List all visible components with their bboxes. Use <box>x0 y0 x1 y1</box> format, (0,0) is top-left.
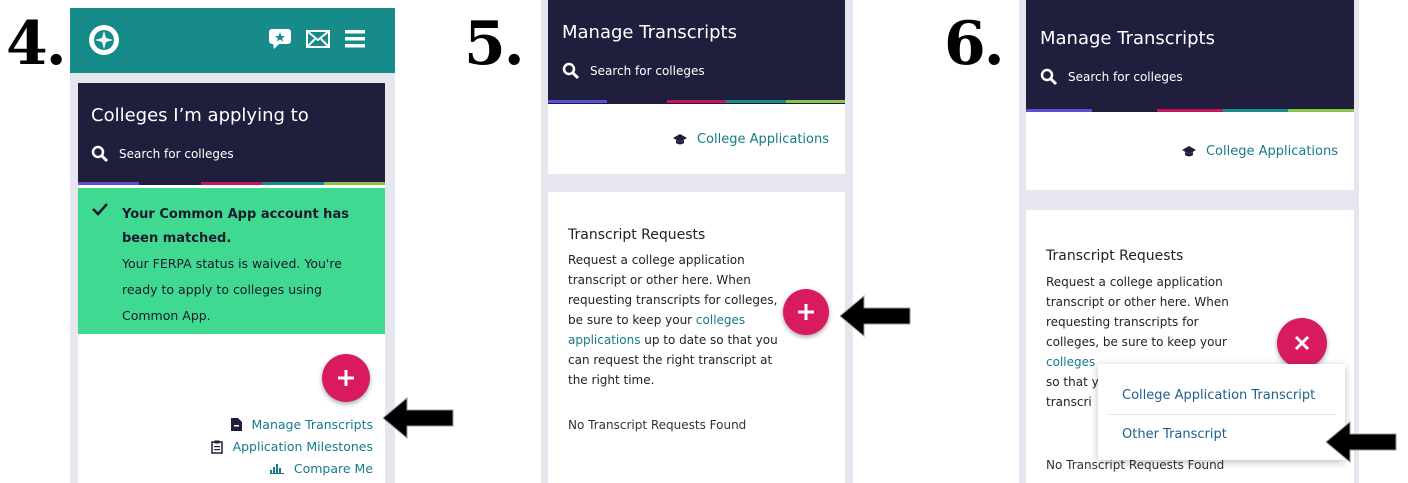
transcript-requests-card: Transcript Requests Request a college ap… <box>548 192 845 483</box>
college-applications-card: College Applications <box>548 104 845 174</box>
search-icon <box>91 145 109 163</box>
menu-item-college-application-transcript[interactable]: College Application Transcript <box>1122 388 1315 403</box>
req-text-line: Request a college application <box>1046 275 1223 289</box>
compare-me-label: Compare Me <box>293 461 373 476</box>
college-search[interactable]: Search for colleges <box>1040 68 1183 86</box>
req-text-part: Request a college application transcript… <box>568 253 778 327</box>
req-text-line: transcript or other here. When <box>1046 295 1229 309</box>
req-text-line: requesting transcripts for <box>1046 315 1199 329</box>
transcript-type-menu: College Application Transcript Other Tra… <box>1098 364 1345 460</box>
screenshot-manage-transcripts: Manage Transcripts Search for colleges C… <box>541 0 853 483</box>
manage-transcripts-link[interactable]: Manage Transcripts <box>230 417 374 432</box>
chat-icon[interactable] <box>268 28 292 54</box>
checkmark-icon <box>92 203 108 216</box>
transcript-requests-title: Transcript Requests <box>1046 248 1184 264</box>
page-title: Colleges I’m applying to <box>91 105 309 126</box>
compare-me-link[interactable]: Compare Me <box>269 461 373 476</box>
college-applications-card: College Applications <box>1026 112 1354 190</box>
step-number-5: 5. <box>464 9 525 79</box>
college-search[interactable]: Search for colleges <box>562 62 705 80</box>
document-icon <box>230 418 242 431</box>
clipboard-icon <box>210 440 223 454</box>
search-label: Search for colleges <box>119 147 234 161</box>
search-icon <box>1040 68 1058 86</box>
arrow-left-icon <box>383 396 454 440</box>
arrow-left-icon <box>840 294 911 338</box>
graduation-cap-icon <box>1181 145 1196 156</box>
college-applications-label: College Applications <box>696 132 829 147</box>
req-text-line: colleges, be sure to keep your <box>1046 335 1227 349</box>
college-applications-link[interactable]: College Applications <box>672 132 829 147</box>
add-button[interactable] <box>322 354 370 402</box>
search-label: Search for colleges <box>590 64 705 78</box>
page-title: Manage Transcripts <box>1040 28 1215 49</box>
manage-transcripts-label: Manage Transcripts <box>251 417 374 432</box>
application-milestones-link[interactable]: Application Milestones <box>210 439 373 454</box>
compass-logo-icon[interactable] <box>89 25 119 55</box>
close-icon <box>1294 335 1310 351</box>
college-applications-label: College Applications <box>1205 144 1338 159</box>
color-stripe <box>78 182 386 185</box>
menu-item-other-transcript[interactable]: Other Transcript <box>1122 427 1227 442</box>
close-menu-button[interactable] <box>1277 318 1327 368</box>
transcript-requests-title: Transcript Requests <box>568 227 706 243</box>
college-search[interactable]: Search for colleges <box>91 145 234 163</box>
transcript-requests-text: Request a college application transcript… <box>568 250 778 390</box>
arrow-left-icon <box>1326 420 1397 464</box>
step-number-4: 4. <box>6 9 67 79</box>
college-applications-link[interactable]: College Applications <box>1181 144 1338 159</box>
color-stripe <box>548 100 846 103</box>
screenshot-colleges-applying: Colleges I’m applying to Search for coll… <box>70 8 395 483</box>
no-requests-text: No Transcript Requests Found <box>568 418 747 432</box>
app-topbar <box>70 8 395 73</box>
menu-divider <box>1108 414 1335 415</box>
notice-heading: Your Common App account has been matched… <box>122 207 349 246</box>
hamburger-menu-icon[interactable] <box>345 30 365 52</box>
colleges-header: Colleges I’m applying to Search for coll… <box>78 83 386 185</box>
add-transcript-button[interactable] <box>783 289 829 335</box>
plus-icon <box>798 304 814 320</box>
account-matched-notice: Your Common App account has been matched… <box>78 188 385 334</box>
notice-text: Your FERPA status is waived. You're read… <box>122 256 342 323</box>
plus-icon <box>338 370 354 386</box>
colleges-card: Colleges I’m applying to Search for coll… <box>78 83 386 483</box>
bar-chart-icon <box>269 464 284 474</box>
page-title: Manage Transcripts <box>562 22 737 43</box>
search-label: Search for colleges <box>1068 70 1183 84</box>
step-number-6: 6. <box>944 9 1005 79</box>
transcripts-header: Manage Transcripts Search for colleges <box>548 0 846 104</box>
application-milestones-label: Application Milestones <box>232 439 373 454</box>
mail-icon[interactable] <box>306 30 330 52</box>
search-icon <box>562 62 580 80</box>
graduation-cap-icon <box>672 133 687 144</box>
no-requests-text: No Transcript Requests Found <box>1046 458 1225 472</box>
transcripts-header: Manage Transcripts Search for colleges <box>1026 0 1354 112</box>
